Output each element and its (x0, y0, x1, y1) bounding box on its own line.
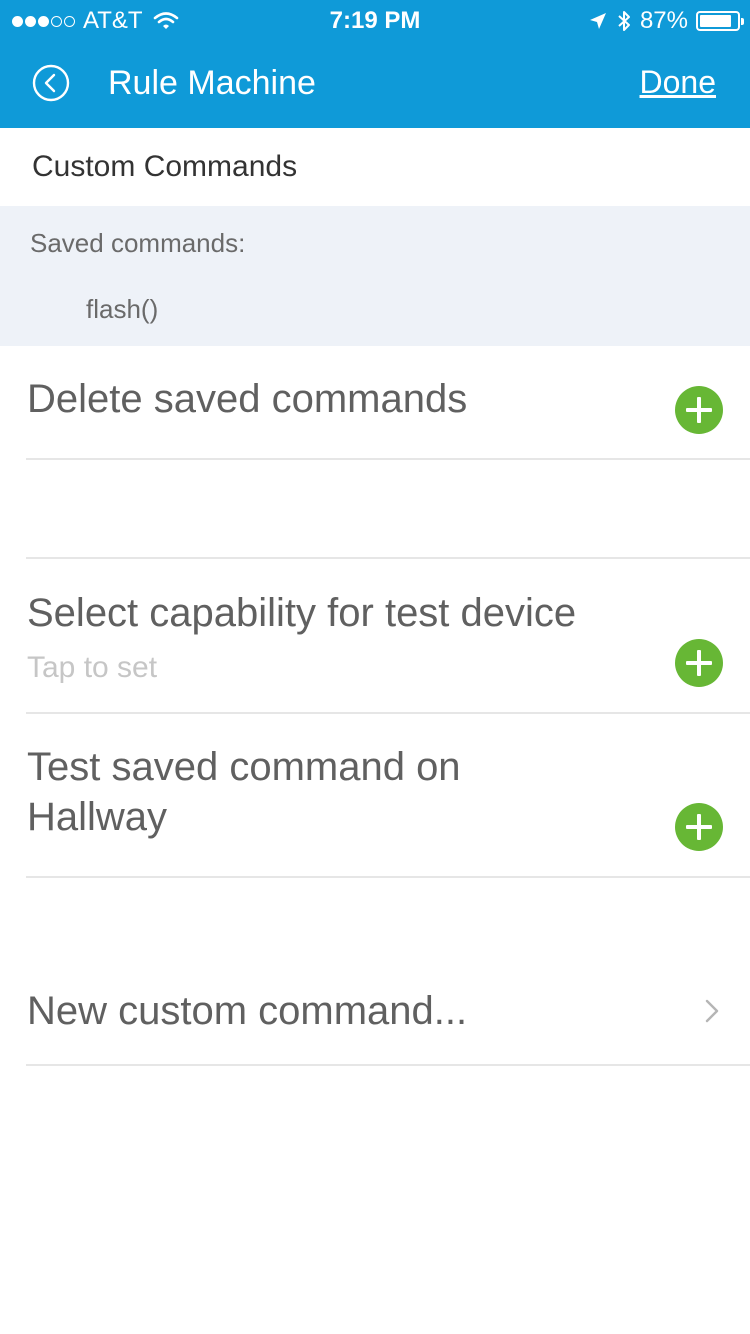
delete-saved-commands-add-icon[interactable] (675, 386, 723, 434)
bluetooth-icon (618, 11, 630, 31)
battery-icon (696, 11, 744, 31)
new-custom-command-label: New custom command... (27, 989, 468, 1033)
status-right: 87% (588, 7, 744, 35)
select-capability-row[interactable]: Select capability for test device Tap to… (0, 559, 750, 714)
test-saved-command-label-line2: Hallway (27, 795, 168, 839)
delete-saved-commands-row[interactable]: Delete saved commands (0, 346, 750, 460)
battery-percent: 87% (639, 7, 688, 34)
test-saved-command-row[interactable]: Test saved command on Hallway (0, 714, 750, 879)
test-saved-command-label-line1: Test saved command on (27, 745, 461, 789)
test-saved-command-add-icon[interactable] (675, 803, 723, 851)
saved-commands-label: Saved commands: (30, 228, 246, 258)
divider (26, 458, 750, 460)
done-button[interactable]: Done (640, 64, 717, 101)
chevron-right-icon (705, 999, 719, 1023)
select-capability-add-icon[interactable] (675, 639, 723, 687)
select-capability-placeholder: Tap to set (27, 651, 158, 684)
delete-saved-commands-label: Delete saved commands (27, 377, 468, 421)
page-title: Rule Machine (108, 64, 316, 102)
divider (26, 876, 750, 878)
section-title: Custom Commands (32, 150, 298, 183)
new-custom-command-row[interactable]: New custom command... (0, 960, 750, 1068)
divider (26, 1064, 750, 1066)
battery-level-fill (700, 15, 732, 27)
back-button-icon[interactable] (32, 64, 70, 102)
location-arrow-icon (589, 13, 606, 29)
status-bar: AT&T 7:19 PM 87% (0, 0, 750, 40)
navigation-bar: Rule Machine Done (0, 40, 750, 128)
saved-commands-panel: Saved commands: flash() (0, 206, 750, 346)
section-header: Custom Commands (0, 128, 750, 206)
saved-command-item: flash() (86, 294, 159, 324)
select-capability-label: Select capability for test device (27, 591, 577, 635)
